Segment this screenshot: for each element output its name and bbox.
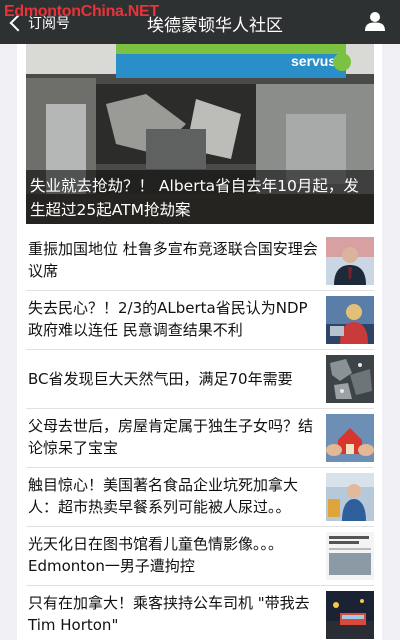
article-title: 父母去世后，房屋肯定属于独生子女吗？结论惊呆了宝宝: [28, 417, 314, 457]
article-thumbnail: [326, 473, 374, 521]
article-title: BC省发现巨大天然气田，满足70年需要: [28, 370, 293, 388]
list-item[interactable]: 重振加国地位 杜鲁多宣布竞逐联合国安理会议席: [26, 232, 374, 291]
hero-caption: 失业就去抢劫？！ Alberta省自去年10月起，发生超过25起ATM抢劫案: [26, 170, 374, 224]
list-item[interactable]: 触目惊心！美国著名食品企业坑死加拿大人：超市热卖早餐系列可能被人尿过。。: [26, 468, 374, 527]
article-thumbnail: [326, 591, 374, 639]
list-item[interactable]: 父母去世后，房屋肯定属于独生子女吗？结论惊呆了宝宝: [26, 409, 374, 468]
article-title: 触目惊心！美国著名食品企业坑死加拿大人：超市热卖早餐系列可能被人尿过。。: [28, 476, 299, 516]
list-item[interactable]: 光天化日在图书馆看儿童色情影像。。。Edmonton一男子遭拘控: [26, 527, 374, 586]
article-thumbnail: [326, 237, 374, 285]
article-title: 只有在加拿大！乘客挟持公车司机 "带我去Tim Horton": [28, 594, 310, 634]
article-title: 重振加国地位 杜鲁多宣布竞逐联合国安理会议席: [28, 240, 318, 280]
article-thumbnail: [326, 414, 374, 462]
list-item[interactable]: 只有在加拿大！乘客挟持公车司机 "带我去Tim Horton": [26, 586, 374, 640]
article-title: 光天化日在图书馆看儿童色情影像。。。Edmonton一男子遭拘控: [28, 535, 284, 575]
sign-text: servus: [291, 53, 336, 69]
hero-article[interactable]: servus 失业就去抢劫？！ Alberta省自去年10月起，发生超过25起A…: [26, 44, 374, 224]
user-icon[interactable]: [364, 10, 386, 32]
list-item[interactable]: 失去民心？！2/3的ALberta省民认为NDP政府难以连任 民意调查结果不利: [26, 291, 374, 350]
article-title: 失去民心？！2/3的ALberta省民认为NDP政府难以连任 民意调查结果不利: [28, 299, 308, 339]
article-list-card: servus 失业就去抢劫？！ Alberta省自去年10月起，发生超过25起A…: [17, 44, 382, 640]
article-list: 重振加国地位 杜鲁多宣布竞逐联合国安理会议席 失去民心？！2/3的ALberta…: [26, 232, 374, 640]
article-thumbnail: [326, 355, 374, 403]
nav-bar: 订阅号 埃德蒙顿华人社区 EdmontonChina.NET: [0, 0, 400, 44]
list-item[interactable]: BC省发现巨大天然气田，满足70年需要: [26, 350, 374, 409]
watermark: EdmontonChina.NET: [4, 3, 159, 20]
article-thumbnail: [326, 296, 374, 344]
article-thumbnail: [326, 532, 374, 580]
